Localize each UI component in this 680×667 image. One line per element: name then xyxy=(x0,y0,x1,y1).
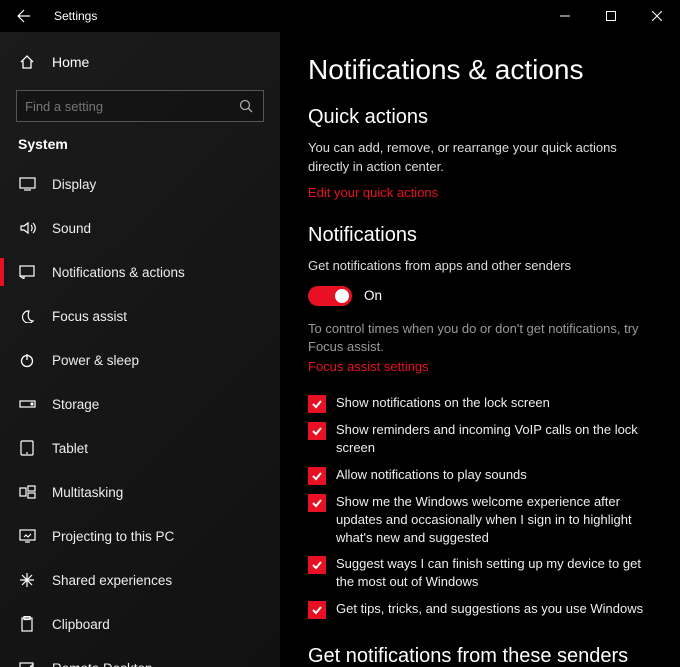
tablet-icon xyxy=(18,439,36,457)
checkbox-row: Allow notifications to play sounds xyxy=(308,466,648,485)
nav-label: Focus assist xyxy=(52,309,127,324)
sidebar-item-projecting[interactable]: Projecting to this PC xyxy=(0,514,280,558)
search-icon xyxy=(237,97,255,115)
notifications-heading: Notifications xyxy=(308,224,652,247)
edit-quick-actions-link[interactable]: Edit your quick actions xyxy=(308,185,438,200)
sidebar-item-notifications[interactable]: Notifications & actions xyxy=(0,250,280,294)
home-icon xyxy=(18,53,36,71)
checkbox[interactable] xyxy=(308,556,326,574)
checkbox-label: Get tips, tricks, and suggestions as you… xyxy=(336,600,643,618)
nav-label: Projecting to this PC xyxy=(52,529,174,544)
notifications-toggle[interactable] xyxy=(308,286,352,306)
focus-assist-icon xyxy=(18,307,36,325)
checkbox[interactable] xyxy=(308,601,326,619)
notification-checkboxes: Show notifications on the lock screen Sho… xyxy=(308,394,652,618)
checkbox-label: Show me the Windows welcome experience a… xyxy=(336,493,648,548)
content-pane: Notifications & actions Quick actions Yo… xyxy=(280,32,680,667)
quick-actions-description: You can add, remove, or rearrange your q… xyxy=(308,139,648,177)
sidebar-item-tablet[interactable]: Tablet xyxy=(0,426,280,470)
quick-actions-section: Quick actions You can add, remove, or re… xyxy=(308,106,652,202)
checkbox-row: Suggest ways I can finish setting up my … xyxy=(308,555,648,591)
nav-label: Storage xyxy=(52,397,99,412)
focus-assist-text: To control times when you do or don't ge… xyxy=(308,320,648,358)
nav-label: Tablet xyxy=(52,441,88,456)
shared-experiences-icon xyxy=(18,571,36,589)
projecting-icon xyxy=(18,527,36,545)
checkbox[interactable] xyxy=(308,395,326,413)
search-box[interactable] xyxy=(16,90,264,122)
checkbox-label: Show notifications on the lock screen xyxy=(336,394,550,412)
notifications-toggle-label: Get notifications from apps and other se… xyxy=(308,257,648,276)
category-label: System xyxy=(0,136,280,162)
notifications-section: Notifications Get notifications from app… xyxy=(308,224,652,619)
notifications-icon xyxy=(18,263,36,281)
checkbox-label: Suggest ways I can finish setting up my … xyxy=(336,555,648,591)
close-button[interactable] xyxy=(634,0,680,32)
sound-icon xyxy=(18,219,36,237)
clipboard-icon xyxy=(18,615,36,633)
storage-icon xyxy=(18,395,36,413)
checkbox-label: Show reminders and incoming VoIP calls o… xyxy=(336,421,648,457)
remote-desktop-icon xyxy=(18,659,36,667)
nav-label: Shared experiences xyxy=(52,573,172,588)
sidebar-item-remote-desktop[interactable]: Remote Desktop xyxy=(0,646,280,667)
nav-label: Sound xyxy=(52,221,91,236)
checkbox-row: Show me the Windows welcome experience a… xyxy=(308,493,648,548)
nav-label: Clipboard xyxy=(52,617,110,632)
maximize-button[interactable] xyxy=(588,0,634,32)
back-button[interactable] xyxy=(0,0,48,32)
power-icon xyxy=(18,351,36,369)
senders-heading: Get notifications from these senders xyxy=(308,645,652,667)
display-icon xyxy=(18,175,36,193)
checkbox[interactable] xyxy=(308,494,326,512)
page-title: Notifications & actions xyxy=(308,54,652,86)
sidebar-item-clipboard[interactable]: Clipboard xyxy=(0,602,280,646)
sidebar-item-sound[interactable]: Sound xyxy=(0,206,280,250)
sidebar-nav: Display Sound Notifications & actions Fo… xyxy=(0,162,280,667)
checkbox-label: Allow notifications to play sounds xyxy=(336,466,527,484)
home-label: Home xyxy=(52,54,89,70)
nav-label: Power & sleep xyxy=(52,353,139,368)
titlebar: Settings xyxy=(0,0,680,32)
multitasking-icon xyxy=(18,483,36,501)
checkbox-row: Show notifications on the lock screen xyxy=(308,394,648,413)
sidebar-item-display[interactable]: Display xyxy=(0,162,280,206)
focus-assist-link[interactable]: Focus assist settings xyxy=(308,359,429,374)
quick-actions-heading: Quick actions xyxy=(308,106,652,129)
nav-label: Remote Desktop xyxy=(52,661,153,667)
nav-label: Notifications & actions xyxy=(52,265,185,280)
sidebar-item-multitasking[interactable]: Multitasking xyxy=(0,470,280,514)
sidebar-item-focus-assist[interactable]: Focus assist xyxy=(0,294,280,338)
home-nav[interactable]: Home xyxy=(0,44,280,80)
nav-label: Display xyxy=(52,177,96,192)
nav-label: Multitasking xyxy=(52,485,123,500)
checkbox[interactable] xyxy=(308,422,326,440)
sidebar: Home System Display Sound Notifications … xyxy=(0,32,280,667)
sidebar-item-storage[interactable]: Storage xyxy=(0,382,280,426)
window-title: Settings xyxy=(54,9,97,23)
toggle-state: On xyxy=(364,288,382,303)
minimize-button[interactable] xyxy=(542,0,588,32)
checkbox-row: Show reminders and incoming VoIP calls o… xyxy=(308,421,648,457)
search-input[interactable] xyxy=(25,99,237,114)
checkbox-row: Get tips, tricks, and suggestions as you… xyxy=(308,600,648,619)
sidebar-item-shared-experiences[interactable]: Shared experiences xyxy=(0,558,280,602)
sidebar-item-power-sleep[interactable]: Power & sleep xyxy=(0,338,280,382)
checkbox[interactable] xyxy=(308,467,326,485)
